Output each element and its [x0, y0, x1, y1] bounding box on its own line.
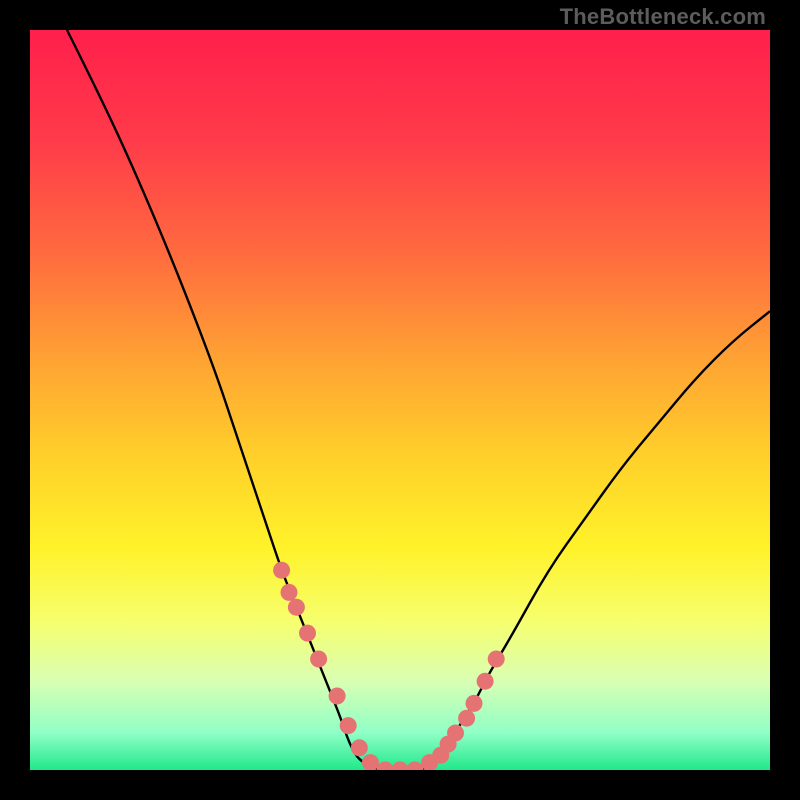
marker-dot: [477, 673, 494, 690]
chart-area: [30, 30, 770, 770]
marker-dot: [488, 651, 505, 668]
marker-dot: [466, 695, 483, 712]
marker-dot: [351, 739, 368, 756]
marker-dot: [273, 562, 290, 579]
marker-dot: [458, 710, 475, 727]
marker-dot: [340, 717, 357, 734]
marker-dot: [281, 584, 298, 601]
watermark-text: TheBottleneck.com: [560, 4, 766, 30]
marker-dot: [310, 651, 327, 668]
marker-dot: [288, 599, 305, 616]
marker-dot: [329, 688, 346, 705]
marker-dot: [447, 725, 464, 742]
chart-svg: [30, 30, 770, 770]
marker-dot: [299, 625, 316, 642]
outer-frame: TheBottleneck.com: [0, 0, 800, 800]
chart-background: [30, 30, 770, 770]
